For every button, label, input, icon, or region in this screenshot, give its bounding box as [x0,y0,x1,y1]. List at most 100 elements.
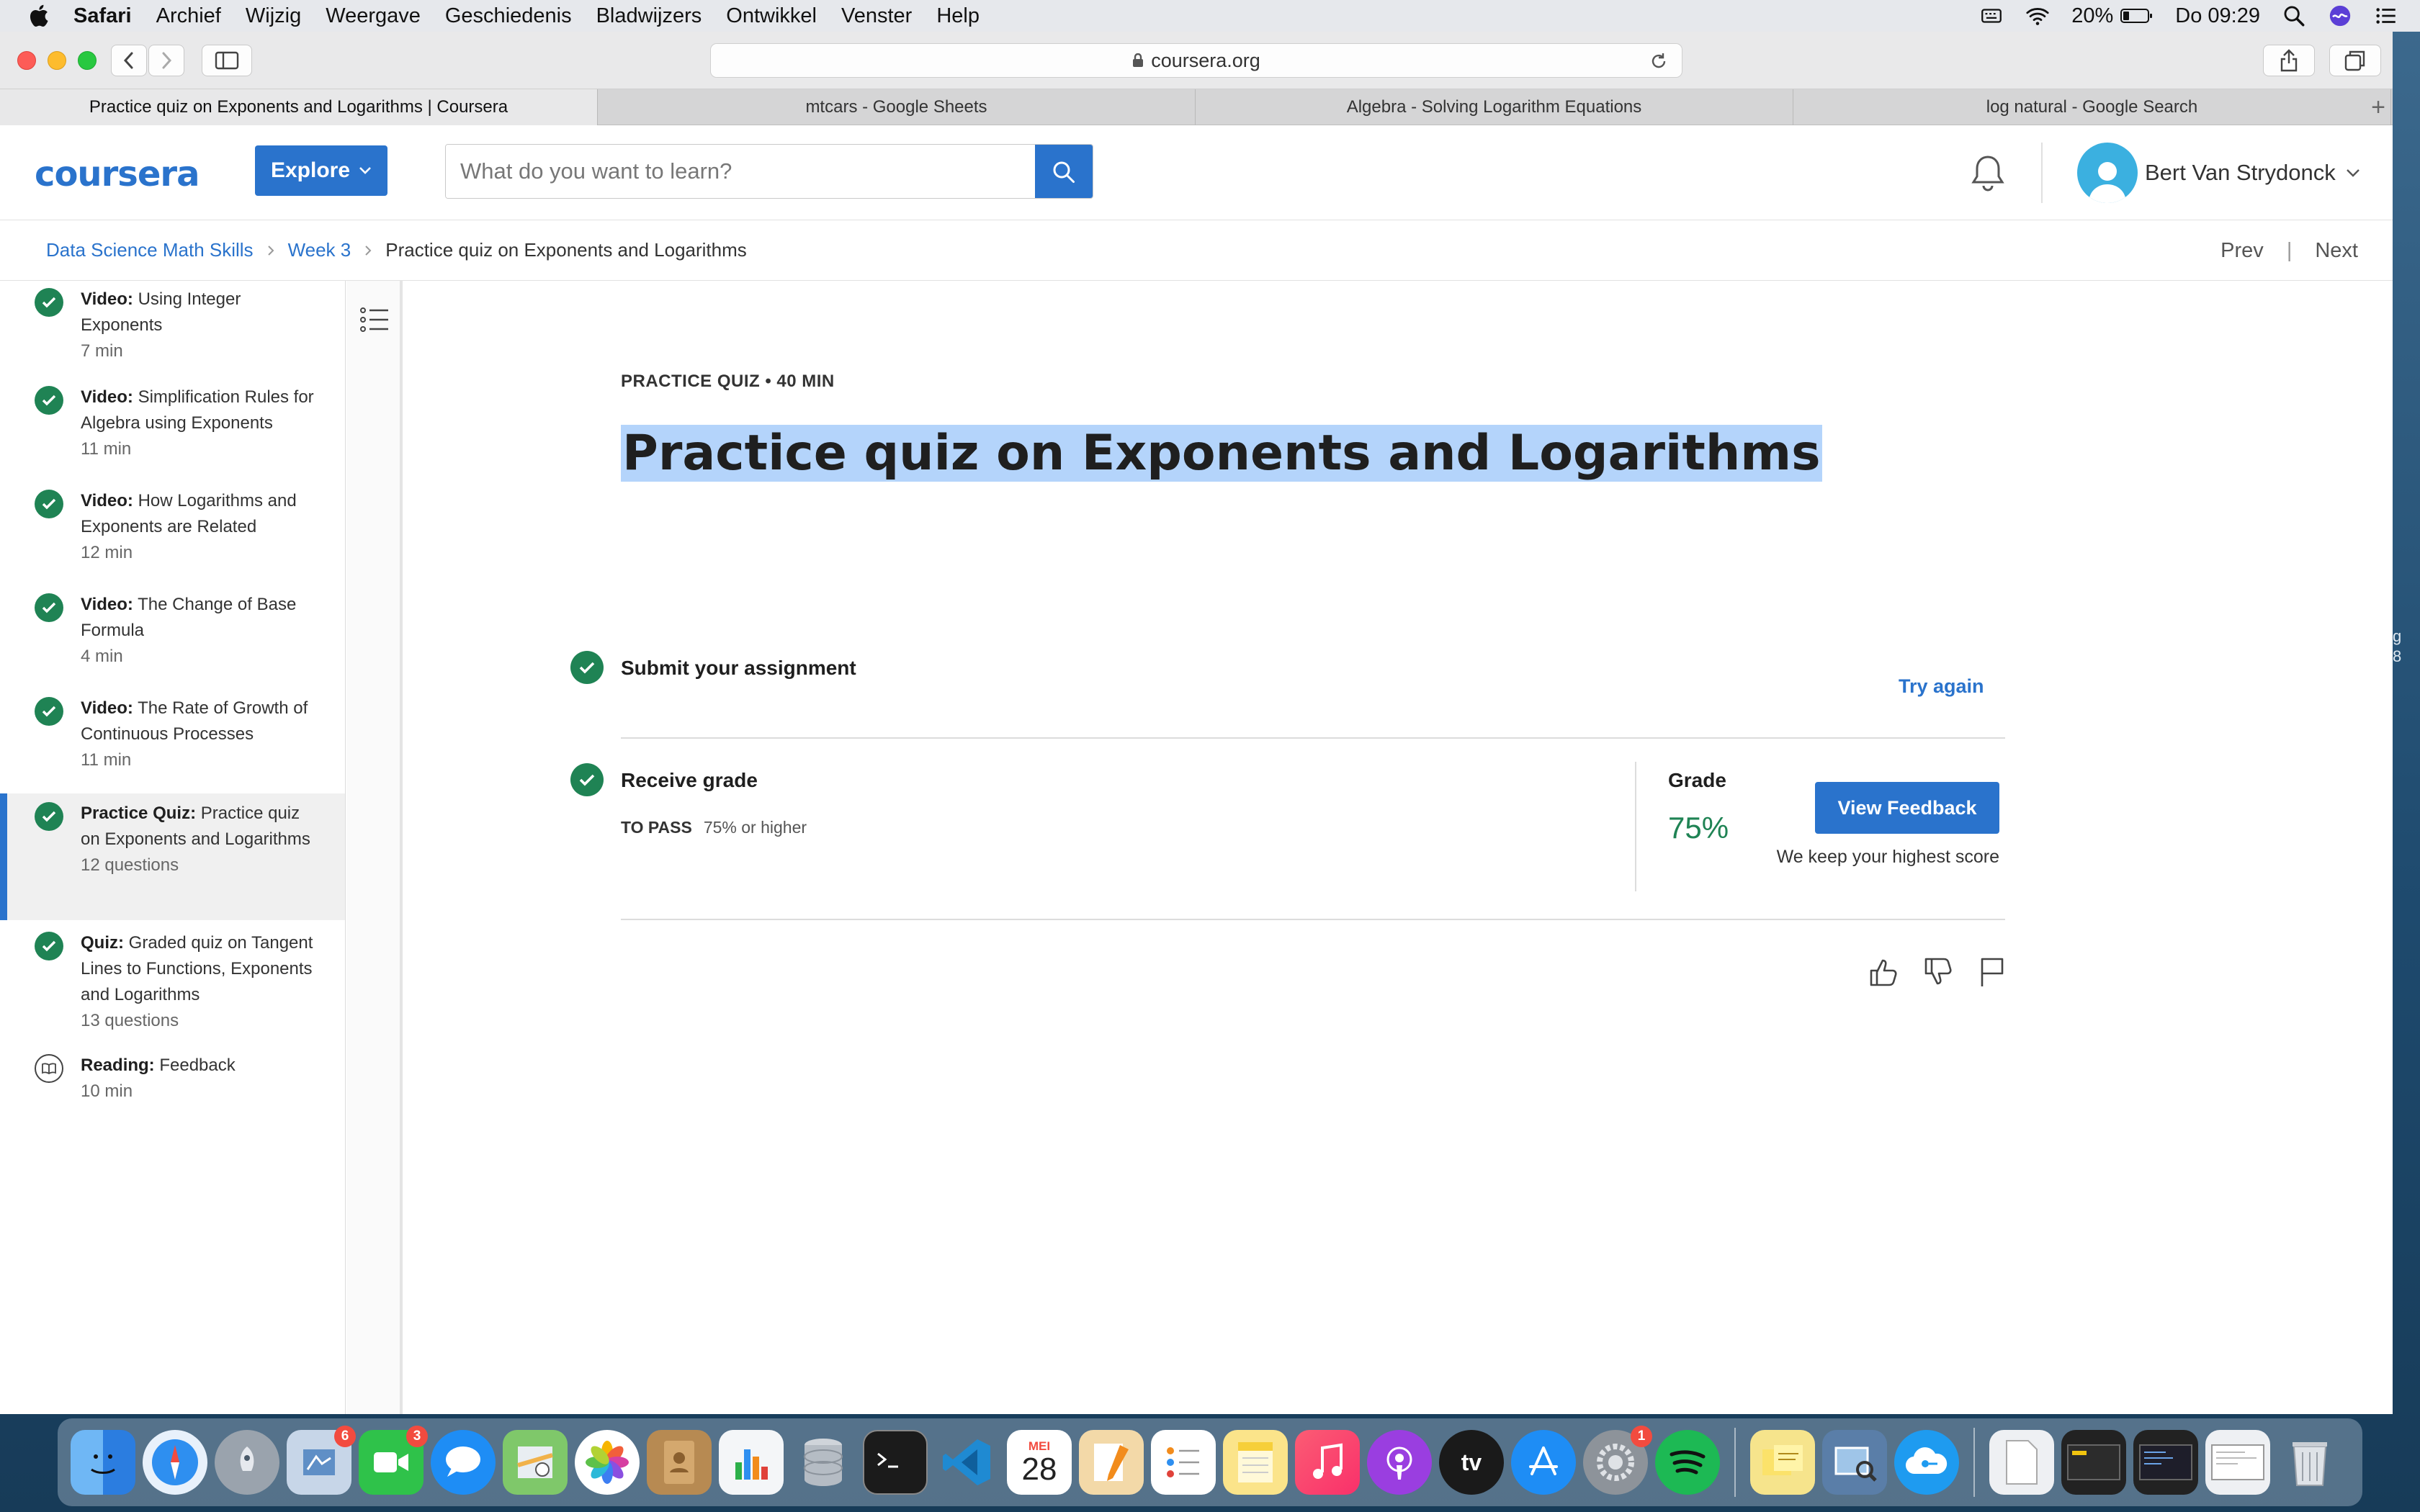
coursera-logo[interactable]: coursera [35,154,200,194]
dock-vscode[interactable] [935,1430,1000,1495]
window-thumbnail-icon [2067,1444,2120,1480]
dock-facetime[interactable]: 3 [359,1426,428,1495]
dock-finder[interactable] [71,1430,135,1495]
thumbs-up-icon[interactable] [1868,956,1900,988]
photos-flower-icon [586,1441,629,1484]
dock-maps[interactable] [503,1430,568,1495]
dock-cloud-vpn[interactable] [1894,1430,1959,1495]
sidebar-item-change-of-base[interactable]: Video: The Change of Base Formula 4 min [0,592,345,696]
try-again-link[interactable]: Try again [1899,675,1984,698]
share-button[interactable] [2263,45,2315,76]
back-button[interactable] [111,45,147,76]
avatar[interactable] [2077,143,2138,203]
menu-safari[interactable]: Safari [73,4,132,28]
user-name: Bert Van Strydonck [2145,160,2336,185]
sidebar-item-type: Video: [81,698,133,718]
search-input[interactable] [446,145,1035,198]
dock-app-store[interactable] [1511,1430,1576,1495]
dock-contacts[interactable] [647,1430,712,1495]
sidebar-item-feedback-reading[interactable]: Reading: Feedback 10 min [0,1047,345,1126]
menu-venster[interactable]: Venster [841,4,912,28]
dock-preview[interactable] [1822,1430,1887,1495]
battery-icon [2120,9,2153,23]
spotlight-search-icon[interactable] [2282,4,2306,28]
dock-stickies[interactable] [1750,1430,1815,1495]
address-bar[interactable]: coursera.org [710,43,1682,78]
dock-reminders[interactable] [1151,1430,1216,1495]
dock-numbers[interactable] [719,1430,784,1495]
menu-wijzig[interactable]: Wijzig [246,4,301,28]
dock-recent-window-3[interactable] [2205,1430,2270,1495]
dock-sequel-pro[interactable] [791,1430,856,1495]
keyboard-icon[interactable] [1979,4,2004,28]
new-tab-button[interactable]: + [2364,89,2393,125]
dock-photos[interactable] [575,1430,640,1495]
menu-help[interactable]: Help [936,4,980,28]
menu-ontwikkel[interactable]: Ontwikkel [726,4,817,28]
menu-geschiedenis[interactable]: Geschiedenis [445,4,572,28]
apple-icon[interactable] [27,3,53,29]
tab-coursera[interactable]: Practice quiz on Exponents and Logarithm… [0,89,598,125]
close-window-button[interactable] [17,51,36,70]
next-link[interactable]: Next [2315,239,2358,263]
dock-music[interactable] [1295,1430,1360,1495]
dock-recent-document[interactable] [1989,1430,2054,1495]
sidebar-toggle-button[interactable] [202,45,252,76]
tab-algebra[interactable]: Algebra - Solving Logarithm Equations [1196,89,1793,125]
dock-recent-window-2[interactable] [2133,1430,2198,1495]
dock-safari[interactable] [143,1430,207,1495]
dock-podcasts[interactable] [1367,1430,1432,1495]
dock-notes[interactable] [1223,1430,1288,1495]
tabs-icon [2344,50,2365,71]
dock-messages[interactable] [431,1430,496,1495]
dock-calendar[interactable]: MEI 28 [1007,1430,1072,1495]
wifi-icon[interactable] [2025,4,2050,28]
thumbs-down-icon[interactable] [1923,956,1955,988]
breadcrumb-course-link[interactable]: Data Science Math Skills [46,239,254,261]
flag-icon[interactable] [1978,956,2007,988]
zoom-window-button[interactable] [78,51,97,70]
dock-apple-tv[interactable]: tv [1439,1430,1504,1495]
dock-pages[interactable] [1079,1430,1144,1495]
course-outline-toggle-icon[interactable] [359,305,390,334]
explore-button[interactable]: Explore [255,145,387,196]
siri-icon[interactable] [2328,4,2352,28]
clock[interactable]: Do 09:29 [2175,4,2260,28]
battery-indicator[interactable]: 20% [2071,4,2154,28]
tab-log-natural[interactable]: log natural - Google Search [1793,89,2391,125]
window-thumbnail-icon [2211,1444,2264,1480]
dock: 6 3 MEI 28 tv 1 [58,1418,2362,1506]
sidebar-item-rate-of-growth[interactable]: Video: The Rate of Growth of Continuous … [0,696,345,793]
dock-launchpad[interactable] [215,1430,279,1495]
search-button[interactable] [1035,145,1093,198]
menu-weergave[interactable]: Weergave [326,4,421,28]
dock-recent-window-1[interactable] [2061,1430,2126,1495]
to-pass-label: TO PASS [621,818,692,837]
sidebar-item-practice-quiz[interactable]: Practice Quiz: Practice quiz on Exponent… [0,793,345,920]
sidebar-item-graded-quiz[interactable]: Quiz: Graded quiz on Tangent Lines to Fu… [0,920,345,1047]
notification-center-icon[interactable] [2374,4,2398,28]
dock-system-preferences[interactable]: 1 [1583,1426,1652,1495]
minimize-window-button[interactable] [48,51,66,70]
tab-overview-button[interactable] [2329,45,2381,76]
dock-terminal[interactable] [863,1430,928,1495]
dock-spotify[interactable] [1655,1430,1720,1495]
tab-mtcars[interactable]: mtcars - Google Sheets [598,89,1196,125]
highest-score-note: We keep your highest score [1776,847,1999,867]
sidebar-item-simplification-rules[interactable]: Video: Simplification Rules for Algebra … [0,384,345,488]
prev-link[interactable]: Prev [2220,239,2264,263]
reload-icon[interactable] [1649,51,1669,71]
notifications-bell-icon[interactable] [1969,153,2007,193]
receive-grade-label: Receive grade [621,769,758,791]
sidebar-item-how-logarithms-related[interactable]: Video: How Logarithms and Exponents are … [0,488,345,592]
breadcrumb-week-link[interactable]: Week 3 [288,239,351,261]
user-menu[interactable]: Bert Van Strydonck [2145,160,2360,186]
dock-mail[interactable]: 6 [287,1426,356,1495]
menu-bladwijzers[interactable]: Bladwijzers [596,4,702,28]
forward-button[interactable] [148,45,184,76]
menu-archief[interactable]: Archief [156,4,221,28]
view-feedback-button[interactable]: View Feedback [1815,782,1999,834]
status-area: 20% Do 09:29 [1979,0,2398,32]
sidebar-item-using-integer-exponents[interactable]: Video: Using Integer Exponents 7 min [0,281,345,384]
dock-trash[interactable] [2277,1430,2342,1495]
